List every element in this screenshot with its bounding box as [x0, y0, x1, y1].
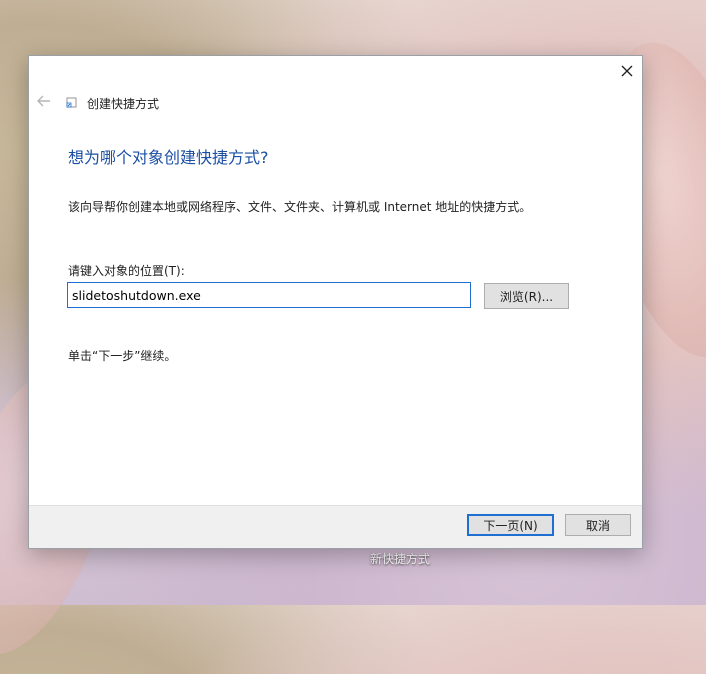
- close-icon: [621, 65, 633, 77]
- shortcut-icon: [66, 97, 77, 108]
- close-button[interactable]: [612, 56, 642, 86]
- continue-hint: 单击“下一步”继续。: [68, 349, 177, 363]
- page-heading: 想为哪个对象创建快捷方式?: [68, 148, 269, 167]
- create-shortcut-dialog: 创建快捷方式 想为哪个对象创建快捷方式? 该向导帮你创建本地或网络程序、文件、文…: [28, 55, 643, 549]
- next-button[interactable]: 下一页(N): [467, 514, 554, 536]
- back-arrow-icon: [37, 95, 50, 107]
- target-location-input[interactable]: [67, 282, 471, 308]
- description-text: 该向导帮你创建本地或网络程序、文件、文件夹、计算机或 Internet 地址的快…: [68, 200, 532, 214]
- desktop-shortcut-label[interactable]: 新快捷方式: [340, 550, 460, 567]
- dialog-title: 创建快捷方式: [87, 97, 160, 111]
- browse-button[interactable]: 浏览(R)...: [484, 283, 569, 309]
- target-location-label: 请键入对象的位置(T):: [68, 264, 185, 278]
- dialog-footer: 下一页(N) 取消: [29, 505, 642, 548]
- back-button[interactable]: [36, 93, 52, 109]
- cancel-button[interactable]: 取消: [565, 514, 631, 536]
